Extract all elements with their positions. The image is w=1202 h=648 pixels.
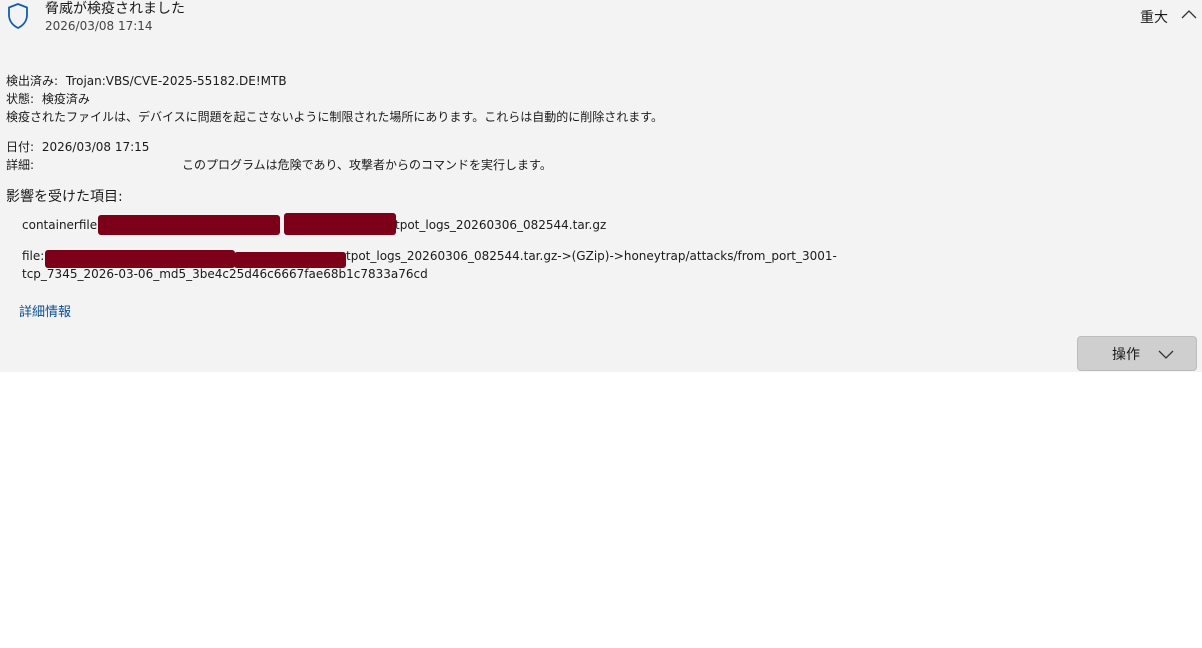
detail-label: 詳細: <box>6 158 35 172</box>
alert-title: 脅威が検疫されました <box>45 1 185 17</box>
redaction-bar <box>98 215 280 235</box>
chevron-down-icon <box>1158 350 1174 359</box>
shield-icon <box>8 3 28 29</box>
chevron-up-icon[interactable] <box>1180 7 1198 21</box>
containerfile-label: containerfile: <box>22 218 102 232</box>
quarantine-note: 検疫されたファイルは、デバイスに問題を起こさないように制限された場所にあります。… <box>6 110 664 124</box>
detected-row: 検出済み: Trojan:VBS/CVE-2025-55182.DE!MTB <box>6 72 287 89</box>
status-label: 状態: <box>6 92 35 106</box>
detected-label: 検出済み: <box>6 74 59 88</box>
detail-value: このプログラムは危険であり、攻撃者からのコマンドを実行します。 <box>182 158 552 172</box>
actions-button[interactable]: 操作 <box>1077 336 1197 371</box>
redaction-bar <box>234 252 346 268</box>
detected-value: Trojan:VBS/CVE-2025-55182.DE!MTB <box>65 74 287 88</box>
redaction-bar <box>45 250 235 268</box>
file-value-line2: tcp_7345_2026-03-06_md5_3be4c25d46c6667f… <box>22 267 428 281</box>
status-value: 検疫済み <box>41 92 90 106</box>
actions-button-label: 操作 <box>1112 346 1140 363</box>
date-label: 日付: <box>6 140 35 154</box>
file-value-line1: tpot_logs_20260306_082544.tar.gz->(GZip)… <box>346 249 837 263</box>
redaction-bar <box>284 213 396 235</box>
threat-alert-card: 脅威が検疫されました 2026/03/08 17:14 重大 検出済み: Tro… <box>0 0 1202 372</box>
severity-label: 重大 <box>1140 10 1168 26</box>
status-row: 状態: 検疫済み <box>6 90 90 107</box>
more-info-link[interactable]: 詳細情報 <box>19 301 71 320</box>
date-row: 日付: 2026/03/08 17:15 <box>6 138 149 155</box>
date-value: 2026/03/08 17:15 <box>41 140 150 154</box>
alert-timestamp: 2026/03/08 17:14 <box>45 19 153 33</box>
containerfile-value: tpot_logs_20260306_082544.tar.gz <box>395 218 607 232</box>
affected-items-heading: 影響を受けた項目: <box>6 189 123 205</box>
file-label: file: <box>22 249 45 263</box>
